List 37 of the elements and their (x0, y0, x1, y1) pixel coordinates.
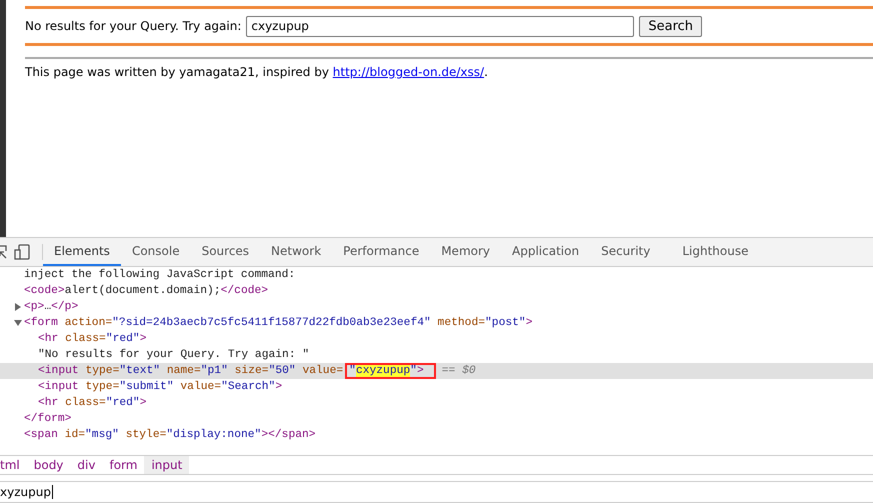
devtools-tab[interactable]: Console (120, 238, 191, 266)
dom-node-line[interactable]: <form action="?sid=24b3aecb7c5fc5411f15877d22fdb0ab3e23eef4" method="post"> (24, 317, 532, 329)
form-label: No results for your Query. Try again: (25, 19, 242, 33)
dom-node-line[interactable]: "No results for your Query. Try again: " (38, 349, 310, 361)
console-input[interactable]: xyzupup (0, 481, 873, 503)
device-toolbar-icon[interactable] (14, 244, 30, 260)
dom-node-line[interactable]: <span id="msg" style="display:none"></span> (24, 429, 316, 441)
devtools-tab[interactable]: Sources (190, 238, 260, 266)
devtools-tab[interactable]: Security (590, 238, 672, 266)
devtools-tab[interactable]: Lighthouse (671, 238, 760, 266)
dom-node-line[interactable]: <input type="submit" value="Search"> (38, 381, 282, 393)
devtools-tab[interactable]: Memory (430, 238, 502, 266)
breadcrumb-item[interactable]: div (70, 456, 102, 474)
devtools-tab[interactable]: Application (501, 238, 590, 266)
breadcrumb-item[interactable]: body (26, 456, 70, 474)
search-field[interactable]: cxyzupup (246, 16, 634, 36)
collapsed-triangle-icon[interactable] (14, 303, 22, 311)
footer-link[interactable]: http://blogged-on.de/xss/ (332, 65, 484, 79)
search-button[interactable]: Search (639, 16, 702, 36)
footer-text: This page was written by yamagata21, inspired by http://blogged-on.de/xss/. (25, 65, 489, 79)
dom-node-line[interactable]: <code>alert(document.domain);</code> (24, 285, 268, 297)
highlight-frame: "cxyzupup"> (345, 363, 436, 379)
selected-node-marker: == $0 (442, 365, 476, 377)
dom-node-line[interactable]: </form> (24, 413, 72, 425)
breadcrumb-item[interactable]: tml (0, 456, 27, 474)
breadcrumb-item[interactable]: form (102, 456, 144, 474)
breadcrumb-item[interactable]: input (144, 456, 190, 474)
devtools-tab[interactable]: Elements (43, 238, 121, 266)
devtools-tab[interactable]: Network (260, 238, 332, 266)
dom-node-line[interactable]: <p>…</p> (24, 301, 78, 313)
dom-node-line[interactable]: inject the following JavaScript command: (24, 269, 296, 281)
dom-node-line[interactable]: <hr class="red"> (38, 397, 146, 409)
expanded-triangle-icon[interactable] (14, 319, 22, 327)
inspect-icon[interactable] (0, 244, 8, 260)
dom-node-line[interactable]: <hr class="red"> (38, 333, 146, 345)
devtools-tab[interactable]: Performance (332, 238, 430, 266)
dom-node-line[interactable]: <input type="text" name="p1" size="50" value= "cxyzupup"> (38, 363, 436, 379)
